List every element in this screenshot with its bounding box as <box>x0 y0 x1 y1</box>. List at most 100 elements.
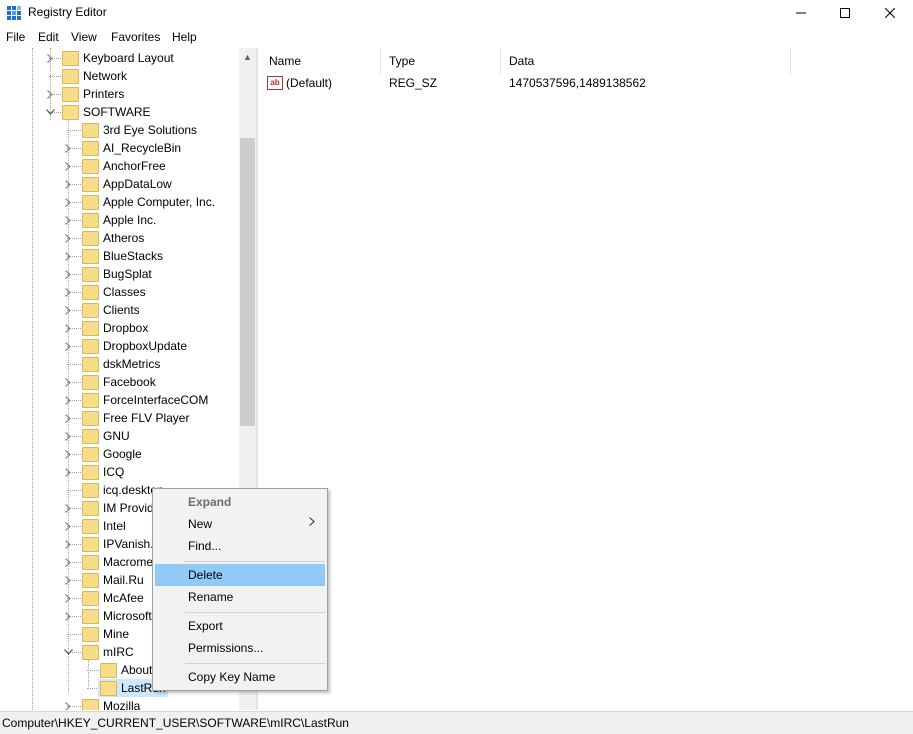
table-row[interactable]: ab (Default) REG_SZ 1470537596,148913856… <box>267 74 767 92</box>
string-value-icon: ab <box>267 76 283 90</box>
chevron-right-icon[interactable] <box>63 697 73 710</box>
tree-node[interactable]: Facebook <box>82 373 156 391</box>
tree-node[interactable]: AnchorFree <box>82 157 166 175</box>
chevron-right-icon[interactable] <box>63 463 73 481</box>
context-menu-item-copy-key-name[interactable]: Copy Key Name <box>155 666 325 688</box>
folder-icon <box>82 483 99 498</box>
chevron-down-icon[interactable] <box>45 103 55 121</box>
context-menu-item-find[interactable]: Find... <box>155 535 325 557</box>
tree-node[interactable]: dskMetrics <box>82 355 160 373</box>
tree-scrollbar-thumb[interactable] <box>240 138 255 426</box>
tree-node[interactable]: Printers <box>62 85 124 103</box>
close-button[interactable] <box>867 0 913 26</box>
tree-node[interactable]: Intel <box>82 517 126 535</box>
context-menu-item-export[interactable]: Export <box>155 615 325 637</box>
context-menu-item-delete[interactable]: Delete <box>155 564 325 586</box>
context-menu-item-permissions[interactable]: Permissions... <box>155 637 325 659</box>
context-menu-item-new[interactable]: New <box>155 513 325 535</box>
tree-node[interactable]: Clients <box>82 301 140 319</box>
close-icon <box>885 8 895 18</box>
chevron-right-icon[interactable] <box>63 391 73 409</box>
tree-node[interactable]: Free FLV Player <box>82 409 189 427</box>
tree-connector <box>67 130 81 131</box>
chevron-right-icon[interactable] <box>63 445 73 463</box>
menu-help[interactable]: Help <box>172 30 197 44</box>
tree-node[interactable]: ICQ <box>82 463 124 481</box>
tree-node[interactable]: McAfee <box>82 589 144 607</box>
chevron-right-icon[interactable] <box>63 499 73 517</box>
chevron-right-icon[interactable] <box>63 139 73 157</box>
tree-node[interactable]: Keyboard Layout <box>62 49 174 67</box>
menu-favorites[interactable]: Favorites <box>111 30 160 44</box>
tree-node-label: Apple Inc. <box>103 213 157 227</box>
menu-file[interactable]: File <box>6 30 25 44</box>
tree-node[interactable]: 3rd Eye Solutions <box>82 121 197 139</box>
context-menu-item-rename[interactable]: Rename <box>155 586 325 608</box>
tree-node[interactable]: DropboxUpdate <box>82 337 187 355</box>
minimize-button[interactable] <box>778 0 824 26</box>
tree-node[interactable]: AI_RecycleBin <box>82 139 181 157</box>
chevron-right-icon[interactable] <box>63 265 73 283</box>
scroll-up-arrow-icon[interactable]: ▲ <box>239 48 256 65</box>
chevron-right-icon[interactable] <box>63 373 73 391</box>
chevron-right-icon[interactable] <box>63 301 73 319</box>
tree-node[interactable]: Dropbox <box>82 319 148 337</box>
chevron-right-icon[interactable] <box>63 409 73 427</box>
folder-icon <box>82 555 99 570</box>
tree-guide-line <box>32 48 33 710</box>
tree-node-label: Classes <box>103 285 146 299</box>
chevron-right-icon[interactable] <box>63 319 73 337</box>
chevron-right-icon[interactable] <box>63 337 73 355</box>
chevron-right-icon[interactable] <box>63 535 73 553</box>
folder-icon <box>82 213 99 228</box>
chevron-right-icon[interactable] <box>63 571 73 589</box>
tree-node-label: AnchorFree <box>103 159 166 173</box>
tree-node[interactable]: Network <box>62 67 127 85</box>
tree-node[interactable]: Mail.Ru <box>82 571 144 589</box>
column-header-type[interactable]: Type <box>381 48 501 74</box>
chevron-right-icon[interactable] <box>45 85 55 103</box>
chevron-right-icon[interactable] <box>63 229 73 247</box>
tree-node[interactable]: Atheros <box>82 229 144 247</box>
folder-icon <box>82 375 99 390</box>
tree-node[interactable]: SOFTWARE <box>62 103 151 121</box>
values-list[interactable]: Name Type Data ab (Default) REG_SZ 14705… <box>261 48 913 710</box>
chevron-right-icon[interactable] <box>63 283 73 301</box>
chevron-right-icon[interactable] <box>63 247 73 265</box>
tree-node[interactable]: Google <box>82 445 142 463</box>
context-menu-item-label: Find... <box>188 539 222 553</box>
menu-view[interactable]: View <box>71 30 97 44</box>
chevron-right-icon[interactable] <box>63 211 73 229</box>
tree-node[interactable]: Mozilla <box>82 697 140 710</box>
tree-node[interactable]: Mine <box>82 625 129 643</box>
chevron-right-icon[interactable] <box>63 607 73 625</box>
maximize-button[interactable] <box>822 0 868 26</box>
tree-node[interactable]: BlueStacks <box>82 247 163 265</box>
folder-icon <box>82 447 99 462</box>
tree-node[interactable]: ForceInterfaceCOM <box>82 391 208 409</box>
chevron-right-icon[interactable] <box>63 517 73 535</box>
column-header-name[interactable]: Name <box>261 48 381 74</box>
tree-node[interactable]: BugSplat <box>82 265 152 283</box>
folder-icon <box>100 681 117 696</box>
folder-icon <box>82 123 99 138</box>
chevron-right-icon[interactable] <box>63 157 73 175</box>
tree-node[interactable]: AppDataLow <box>82 175 172 193</box>
column-header-data[interactable]: Data <box>501 48 791 74</box>
tree-node[interactable]: Apple Computer, Inc. <box>82 193 215 211</box>
chevron-right-icon[interactable] <box>45 49 55 67</box>
chevron-right-icon[interactable] <box>63 193 73 211</box>
tree-node[interactable]: Classes <box>82 283 146 301</box>
chevron-right-icon[interactable] <box>63 427 73 445</box>
menu-edit[interactable]: Edit <box>38 30 59 44</box>
tree-node[interactable]: mIRC <box>82 643 134 661</box>
chevron-right-icon[interactable] <box>63 589 73 607</box>
chevron-down-icon[interactable] <box>63 643 73 661</box>
tree-node[interactable]: Apple Inc. <box>82 211 156 229</box>
tree-connector <box>67 490 81 491</box>
tree-node[interactable]: About <box>100 661 152 679</box>
tree-node[interactable]: GNU <box>82 427 130 445</box>
tree-node[interactable]: Microsoft <box>82 607 152 625</box>
chevron-right-icon[interactable] <box>63 175 73 193</box>
chevron-right-icon[interactable] <box>63 553 73 571</box>
